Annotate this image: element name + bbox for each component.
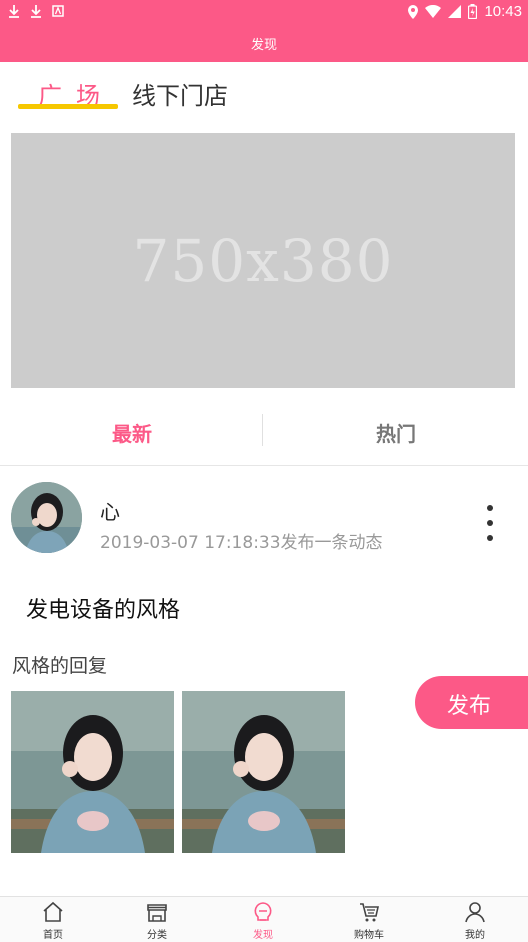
download-icon (9, 5, 19, 18)
app-notification-icon (52, 5, 64, 17)
post-timestamp: 2019-03-07 17:18:33发布一条动态 (100, 533, 383, 553)
nav-label: 首页 (43, 930, 63, 941)
post-title: 发电设备的风格 (26, 598, 181, 623)
top-tab-bar: 广场 线下门店 (0, 62, 528, 120)
page-title: 发现 (250, 38, 277, 53)
download-icon (31, 5, 41, 18)
clock: 10:43 (484, 3, 522, 20)
nav-label: 购物车 (354, 930, 384, 941)
tab-divider (262, 414, 263, 446)
tab-latest[interactable]: 最新 (0, 418, 264, 447)
more-options-icon[interactable] (480, 505, 500, 541)
home-icon (43, 901, 63, 922)
nav-label: 我的 (465, 930, 485, 941)
battery-icon (468, 4, 478, 19)
location-icon (408, 4, 419, 19)
sub-tab-bar: 最新 热门 (0, 400, 528, 466)
nav-label: 分类 (147, 930, 167, 941)
nav-cart[interactable]: 购物车 (316, 900, 422, 941)
post-image[interactable] (182, 691, 345, 853)
tab-hot[interactable]: 热门 (264, 418, 528, 447)
nav-mine[interactable]: 我的 (422, 900, 528, 941)
cart-icon (360, 903, 379, 922)
post-username[interactable]: 心 (100, 496, 120, 525)
avatar[interactable] (11, 482, 82, 553)
nav-category[interactable]: 分类 (104, 900, 210, 941)
signal-icon (448, 5, 462, 18)
nav-label: 发现 (253, 930, 273, 941)
post-image[interactable] (11, 691, 174, 853)
user-icon (465, 902, 485, 923)
post-reply: 风格的回复 (12, 655, 108, 677)
banner-placeholder-text: 750x380 (132, 226, 394, 295)
header-bar: 发现 (0, 26, 528, 62)
bottom-nav: 首页 分类 发现 购物车 我的 (0, 896, 528, 942)
publish-button[interactable]: 发布 (415, 676, 528, 729)
banner-image[interactable]: 750x380 (11, 133, 515, 388)
tab-offline-stores[interactable]: 线下门店 (132, 76, 228, 111)
active-tab-underline (18, 104, 118, 109)
nav-home[interactable]: 首页 (0, 900, 106, 941)
nav-discover[interactable]: 发现 (210, 900, 316, 941)
wifi-icon (425, 5, 442, 18)
status-bar: 10:43 (0, 0, 528, 26)
store-icon (147, 904, 167, 922)
discover-icon (254, 902, 272, 921)
